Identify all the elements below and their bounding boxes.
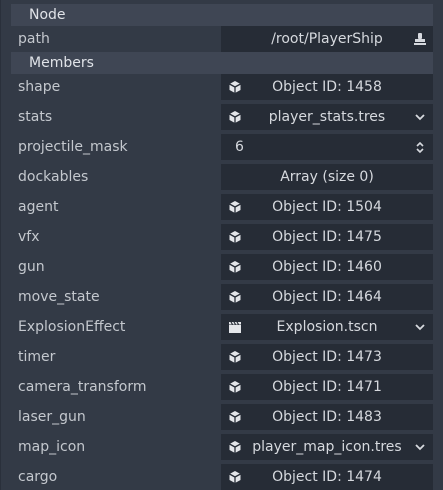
property-row-cargo: cargo Object ID: 1474 [11, 462, 433, 490]
object-value-field[interactable]: Object ID: 1504 [221, 194, 433, 220]
property-value: Object ID: 1460 [272, 259, 382, 275]
object-value-field[interactable]: Object ID: 1458 [221, 74, 433, 100]
property-label: stats [18, 109, 53, 125]
property-row-timer: timer Object ID: 1473 [11, 342, 433, 372]
object-value-field[interactable]: Object ID: 1474 [221, 464, 433, 490]
property-label: shape [18, 79, 61, 95]
property-value: Object ID: 1473 [272, 349, 382, 365]
section-header-node[interactable]: Node [11, 4, 433, 26]
spinner-icon[interactable] [413, 140, 427, 154]
property-row-projectile-mask: projectile_mask 6 [11, 132, 433, 162]
property-row-agent: agent Object ID: 1504 [11, 192, 433, 222]
cube-icon [229, 471, 241, 483]
property-label: laser_gun [18, 409, 86, 425]
property-value: 6 [235, 139, 244, 155]
property-value: Object ID: 1471 [272, 379, 382, 395]
object-value-field[interactable]: Object ID: 1471 [221, 374, 433, 400]
cube-icon [229, 261, 241, 273]
cube-icon [229, 441, 241, 453]
property-value: Object ID: 1475 [272, 229, 382, 245]
cube-icon [229, 231, 241, 243]
property-label: move_state [18, 289, 100, 305]
property-row-laser-gun: laser_gun Object ID: 1483 [11, 402, 433, 432]
property-label: ExplosionEffect [18, 319, 126, 335]
chevron-down-icon[interactable] [413, 440, 427, 454]
cube-icon [229, 111, 241, 123]
property-row-vfx: vfx Object ID: 1475 [11, 222, 433, 252]
property-label: camera_transform [18, 379, 147, 395]
property-row-dockables: dockables Array (size 0) [11, 162, 433, 192]
property-value: Explosion.tscn [276, 319, 378, 335]
cube-icon [229, 351, 241, 363]
property-value: Object ID: 1474 [272, 469, 382, 485]
property-value: Object ID: 1464 [272, 289, 382, 305]
property-row-explosioneffect: ExplosionEffect Explosion.tscn [11, 312, 433, 342]
object-value-field[interactable]: Object ID: 1483 [221, 404, 433, 430]
resource-picker[interactable]: Explosion.tscn [221, 314, 433, 340]
object-value-field[interactable]: Object ID: 1464 [221, 284, 433, 310]
property-row-camera-transform: camera_transform Object ID: 1471 [11, 372, 433, 402]
stamp-icon[interactable] [413, 32, 427, 46]
property-value: /root/PlayerShip [271, 31, 383, 47]
property-row-shape: shape Object ID: 1458 [11, 72, 433, 102]
property-value: Object ID: 1458 [272, 79, 382, 95]
property-value: player_stats.tres [268, 109, 386, 125]
property-label: dockables [18, 169, 89, 185]
property-label: timer [18, 349, 56, 365]
property-label: vfx [18, 229, 40, 245]
property-label: projectile_mask [18, 139, 128, 155]
section-header-members[interactable]: Members [11, 52, 433, 74]
property-label: map_icon [18, 439, 86, 455]
object-value-field[interactable]: Object ID: 1475 [221, 224, 433, 250]
property-label: agent [18, 199, 59, 215]
resource-picker[interactable]: player_map_icon.tres [221, 434, 433, 460]
cube-icon [229, 201, 241, 213]
cube-icon [229, 291, 241, 303]
object-value-field[interactable]: Array (size 0) [221, 164, 433, 190]
remote-inspector-panel: Node path /root/PlayerShip Members shape… [0, 0, 443, 490]
clapper-icon [229, 321, 241, 333]
number-spinbox[interactable]: 6 [221, 134, 433, 160]
resource-picker[interactable]: player_stats.tres [221, 104, 433, 130]
property-row-path: path /root/PlayerShip [11, 24, 433, 54]
cube-icon [229, 81, 241, 93]
chevron-down-icon[interactable] [413, 110, 427, 124]
property-value: Object ID: 1504 [272, 199, 382, 215]
property-row-move-state: move_state Object ID: 1464 [11, 282, 433, 312]
property-value: Array (size 0) [280, 169, 374, 185]
property-row-map-icon: map_icon player_map_icon.tres [11, 432, 433, 462]
cube-icon [229, 411, 241, 423]
node-path-field[interactable]: /root/PlayerShip [221, 26, 433, 52]
property-label: path [18, 31, 50, 47]
object-value-field[interactable]: Object ID: 1473 [221, 344, 433, 370]
property-label: cargo [18, 469, 58, 485]
property-label: gun [18, 259, 45, 275]
property-value: Object ID: 1483 [272, 409, 382, 425]
object-value-field[interactable]: Object ID: 1460 [221, 254, 433, 280]
property-row-gun: gun Object ID: 1460 [11, 252, 433, 282]
chevron-down-icon[interactable] [413, 320, 427, 334]
property-value: player_map_icon.tres [252, 439, 402, 455]
property-row-stats: stats player_stats.tres [11, 102, 433, 132]
cube-icon [229, 381, 241, 393]
